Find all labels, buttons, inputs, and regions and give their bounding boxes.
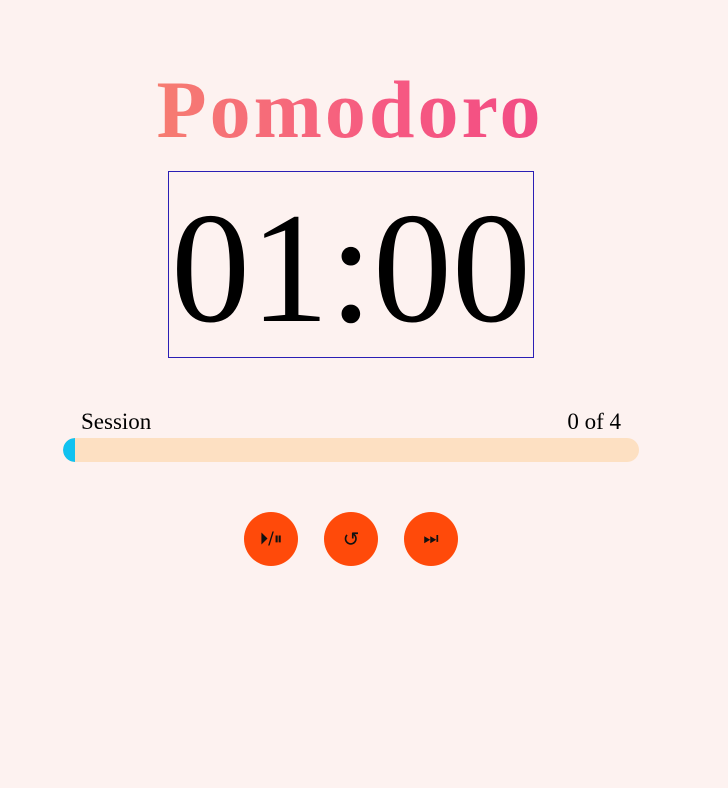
- play-pause-icon: ⏵/⏸: [259, 528, 283, 549]
- skip-icon: ⏭: [423, 528, 439, 549]
- timer-text: 01:00: [171, 180, 531, 356]
- skip-button[interactable]: ⏭: [404, 512, 458, 566]
- play-pause-button[interactable]: ⏵/⏸: [244, 512, 298, 566]
- timer-display: 01:00: [168, 171, 534, 358]
- session-progress-bar: [63, 438, 639, 462]
- reset-button[interactable]: ↺: [324, 512, 378, 566]
- timer-controls: ⏵/⏸ ↺ ⏭: [244, 512, 458, 566]
- session-count: 0 of 4: [567, 409, 621, 434]
- session-label: Session: [81, 409, 152, 434]
- session-progress-fill: [63, 438, 75, 462]
- reset-icon: ↺: [342, 527, 360, 551]
- app-title: Pomodoro: [0, 61, 700, 159]
